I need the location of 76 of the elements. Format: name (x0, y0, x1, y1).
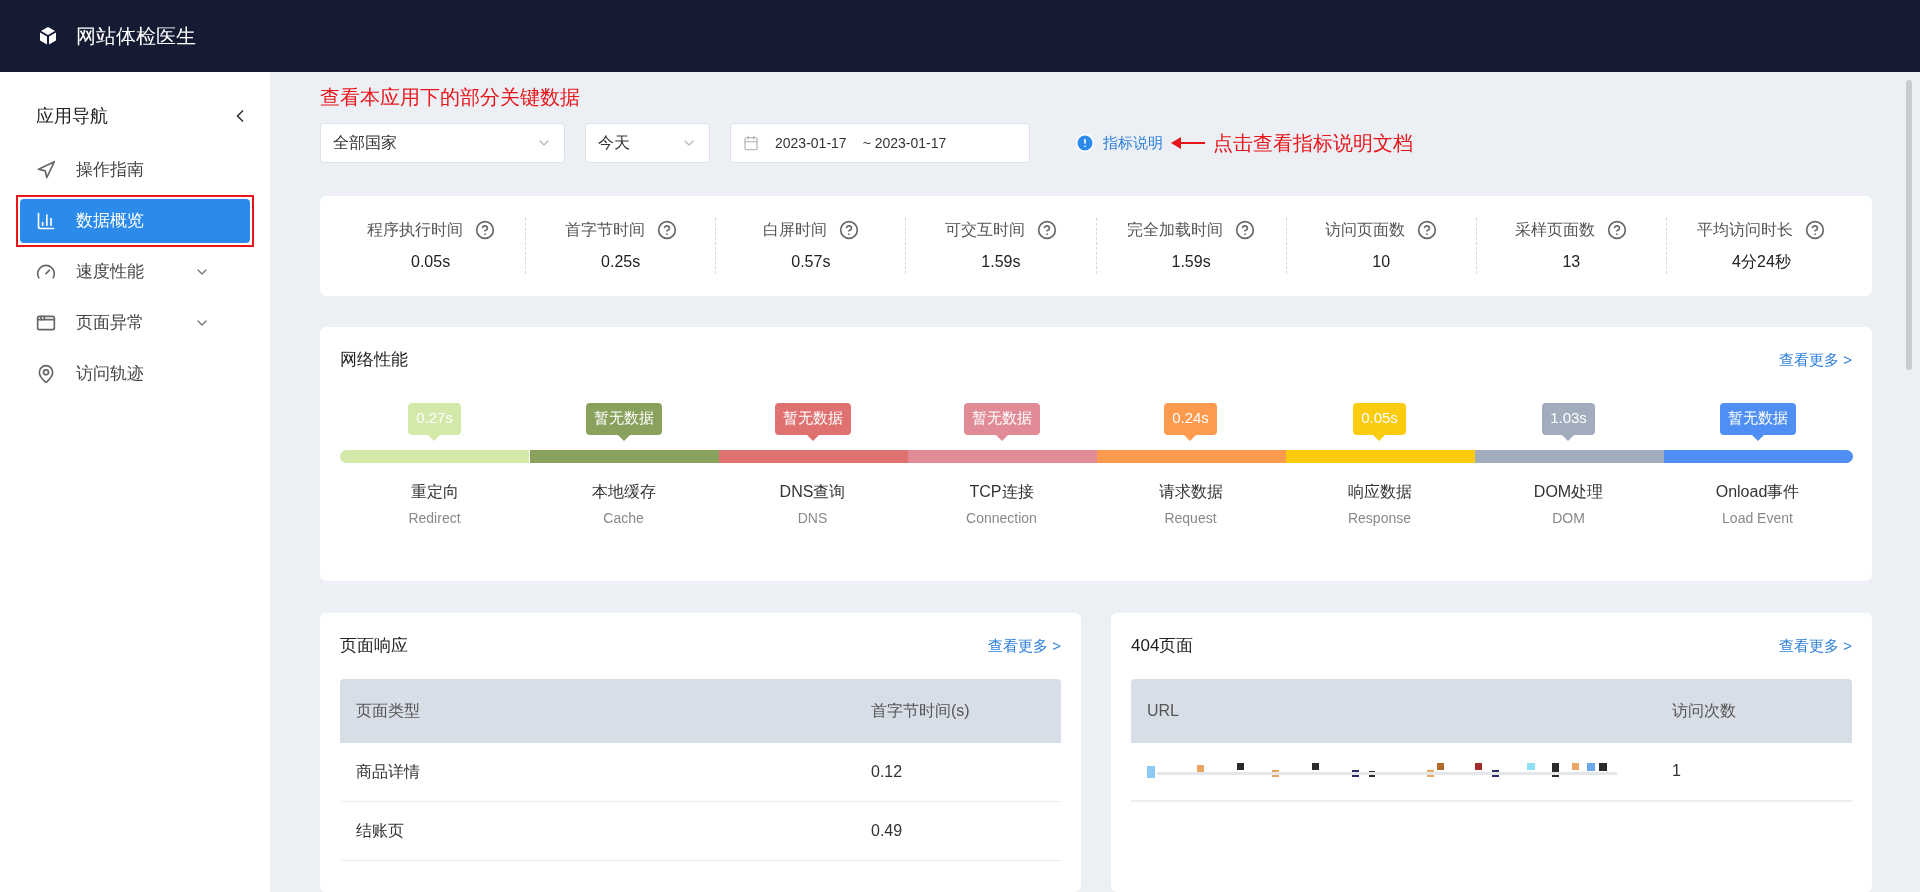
help-icon[interactable] (1607, 220, 1628, 240)
stat-value: 4分24秒 (1732, 252, 1791, 272)
bar-chart-icon (36, 211, 56, 231)
nav-item[interactable]: 页面异常 (20, 301, 250, 345)
country-select[interactable]: 全部国家 (320, 123, 565, 163)
stat-label: 采样页面数 (1515, 220, 1596, 240)
metric-doc-link[interactable]: 指标说明 (1103, 131, 1163, 155)
help-icon[interactable] (1036, 220, 1057, 240)
stage-subtitle: Redirect (408, 508, 461, 528)
info-icon (1075, 133, 1095, 153)
table-cell-text: 0.49 (870, 820, 904, 841)
calendar-icon (743, 135, 759, 151)
annotation-note: 点击查看指标说明文档 (1213, 130, 1413, 157)
stat-label: 可交互时间 (944, 220, 1025, 240)
stat-value: 1.59s (1171, 252, 1211, 272)
stat-label: 首字节时间 (564, 220, 645, 240)
annotation-note: 查看本应用下的部分关键数据 (320, 85, 580, 109)
column-header: 访问次数 (1671, 700, 1737, 721)
column-header: 页面类型 (355, 700, 421, 721)
stage-name: Onload事件 (1715, 481, 1800, 502)
stage-name: DOM处理 (1533, 481, 1604, 502)
map-pin-icon (36, 364, 56, 384)
stage-name: 响应数据 (1347, 481, 1412, 502)
stage-subtitle: Load Event (1722, 508, 1793, 528)
stat-value: 0.57s (791, 252, 831, 272)
stat-label: 程序执行时间 (366, 220, 463, 240)
stat-value: 0.05s (411, 252, 451, 272)
stat-value: 13 (1562, 252, 1581, 272)
app-title: 网站体检医生 (76, 24, 196, 49)
scrollbar-thumb[interactable] (1906, 80, 1912, 370)
stage-name: 请求数据 (1158, 481, 1223, 502)
stage-subtitle: DOM (1552, 508, 1585, 528)
card-title: 404页面 (1131, 635, 1194, 657)
stat-value: 1.59s (981, 252, 1021, 272)
view-more-link[interactable]: 查看更多 > (988, 634, 1061, 657)
card-title: 页面响应 (340, 635, 408, 657)
column-header: 首字节时间(s) (870, 700, 971, 721)
stage-name: 重定向 (410, 481, 459, 502)
nav-item[interactable]: 操作指南 (20, 148, 250, 192)
help-icon[interactable] (1805, 220, 1826, 240)
stat-label: 平均访问时长 (1697, 220, 1794, 240)
nav-item[interactable]: 访问轨迹 (20, 352, 250, 396)
card-title: 网络性能 (340, 349, 408, 371)
window-icon (36, 313, 56, 333)
annotation-arrow (1171, 137, 1205, 149)
table-cell-text: 商品详情 (355, 761, 421, 782)
stage-subtitle: Request (1164, 508, 1217, 528)
table-cell-text: 结账页 (355, 820, 405, 841)
stage-name: TCP连接 (969, 481, 1034, 502)
stage-subtitle: Connection (966, 508, 1037, 528)
nav-item[interactable]: 速度性能 (20, 250, 250, 294)
help-icon[interactable] (838, 220, 859, 240)
table-cell-text: 1 (1671, 761, 1682, 781)
help-icon[interactable] (1417, 220, 1438, 240)
help-icon[interactable] (1235, 220, 1256, 240)
stat-label: 访问页面数 (1325, 220, 1406, 240)
stage-subtitle: Response (1347, 508, 1411, 528)
view-more-link[interactable]: 查看更多 > (1779, 348, 1852, 371)
date-range-field[interactable]: 2023-01-17 ~ 2023-01-17 (730, 123, 1030, 163)
view-more-link[interactable]: 查看更多 > (1779, 634, 1852, 657)
help-icon[interactable] (656, 220, 677, 240)
help-icon[interactable] (474, 220, 495, 240)
stat-value: 10 (1372, 252, 1391, 272)
stat-label: 完全加载时间 (1127, 220, 1224, 240)
stat-label: 白屏时间 (762, 220, 827, 240)
stage-subtitle: DNS (797, 508, 828, 528)
stage-name: 本地缓存 (591, 481, 656, 502)
gauge-icon (36, 262, 56, 282)
stage-subtitle: Cache (603, 508, 644, 528)
column-header: URL (1146, 700, 1180, 721)
table-cell-text: 0.12 (870, 761, 904, 782)
stage-name: DNS查询 (779, 481, 846, 502)
sidebar-title: 应用导航 (36, 104, 108, 128)
period-select[interactable]: 今天 (585, 123, 710, 163)
navigation-icon (36, 160, 56, 180)
stat-value: 0.25s (601, 252, 641, 272)
